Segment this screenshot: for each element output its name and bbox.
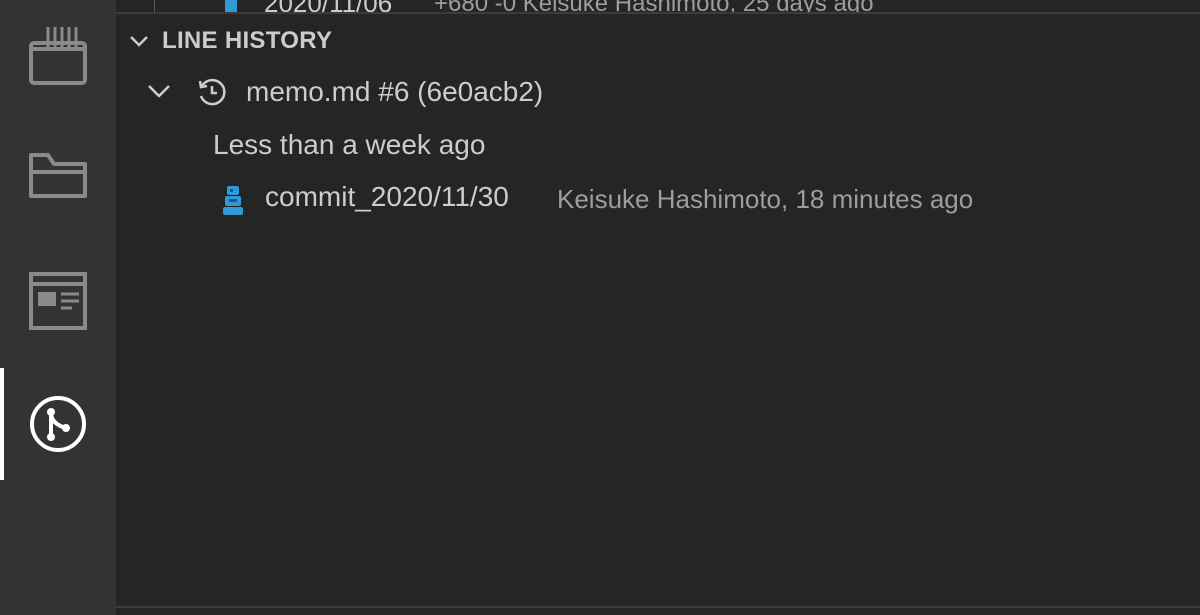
chevron-down-icon xyxy=(146,80,172,107)
chevron-down-icon xyxy=(128,30,150,57)
group-label: Less than a week ago xyxy=(213,129,486,160)
activity-item-git-graph[interactable] xyxy=(0,369,116,479)
active-indicator xyxy=(0,368,4,480)
section-title: LINE HISTORY xyxy=(162,27,333,54)
browser-window-icon xyxy=(28,271,88,331)
line-history-section-header[interactable]: LINE HISTORY xyxy=(116,20,1200,64)
folder-icon xyxy=(28,150,88,200)
section-divider xyxy=(116,12,1200,14)
tree-item-commit[interactable]: commit_2020/11/30 Keisuke Hashimoto, 18 … xyxy=(116,172,1200,224)
commit-label: commit_2020/11/30 xyxy=(265,181,509,212)
git-graph-icon xyxy=(28,394,88,454)
activity-item-explorer[interactable] xyxy=(0,120,116,230)
tree-item-group[interactable]: Less than a week ago xyxy=(116,120,1200,172)
commit-avatar-icon xyxy=(220,184,246,223)
activity-item-timeline[interactable] xyxy=(0,0,116,110)
side-panel: 2020/11/06 +680 -0 Keisuke Hashimoto, 25… xyxy=(116,0,1200,615)
app-window: 2020/11/06 +680 -0 Keisuke Hashimoto, 25… xyxy=(0,0,1200,615)
commit-description: Keisuke Hashimoto, 18 minutes ago xyxy=(557,184,974,214)
tree-item-file[interactable]: memo.md #6 (6e0acb2) xyxy=(116,66,1200,118)
history-icon xyxy=(196,76,228,113)
activity-bar xyxy=(0,0,116,615)
activity-item-browser[interactable] xyxy=(0,246,116,356)
file-label: memo.md #6 (6e0acb2) xyxy=(246,76,544,107)
timeline-icon xyxy=(28,25,88,85)
panel-bottom-border xyxy=(116,606,1200,608)
